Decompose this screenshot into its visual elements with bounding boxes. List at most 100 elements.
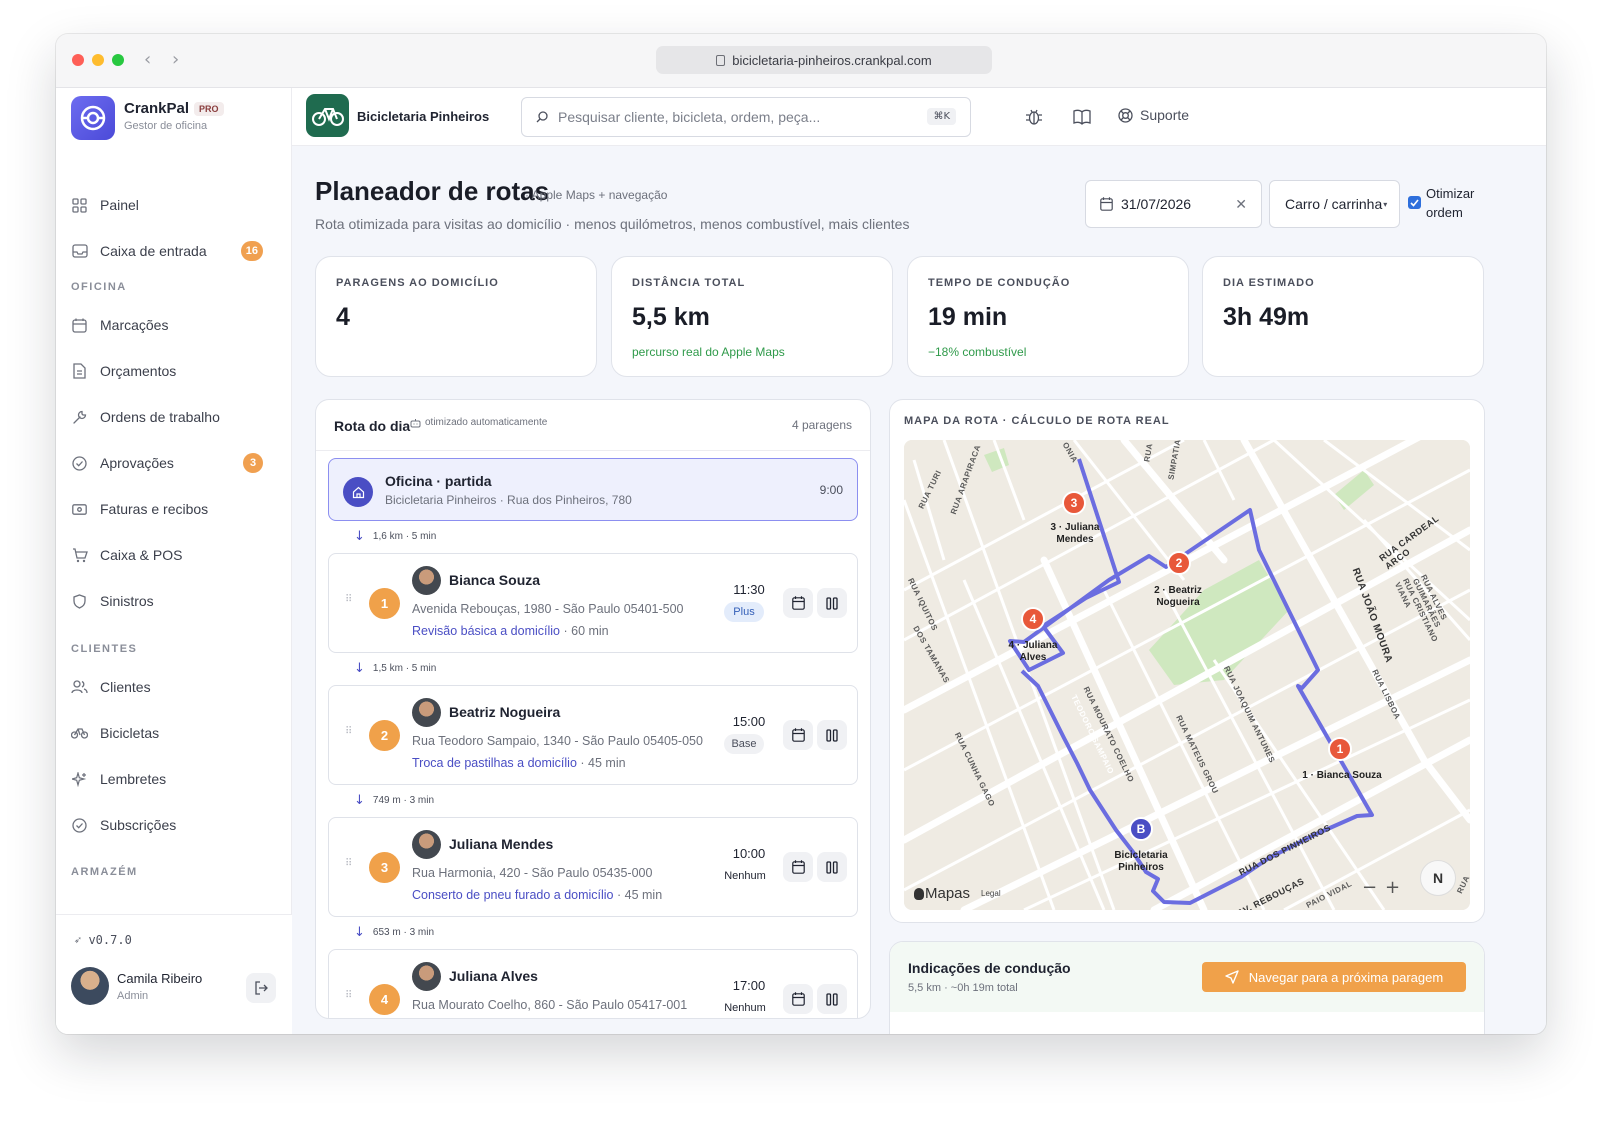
sidebar-item-clientes[interactable]: Clientes <box>71 669 277 705</box>
browser-window: ‹ › bicicletaria-pinheiros.crankpal.com … <box>56 34 1546 1034</box>
service-link[interactable]: Revisão básica a domicílio <box>412 624 560 638</box>
book-icon[interactable] <box>1072 107 1092 127</box>
maximize-window-button[interactable] <box>112 54 124 66</box>
customer-avatar <box>412 962 441 991</box>
service-line: Revisão básica a domicílio · 60 min <box>412 624 609 638</box>
sidebar-item-marcacoes[interactable]: Marcações <box>71 307 277 343</box>
cart-icon <box>71 547 88 564</box>
route-stop-4[interactable]: ⠿ 4 Juliana Alves Rua Mourato Coelho, 86… <box>328 949 858 1018</box>
map-pin-2[interactable]: 2 <box>1167 551 1191 575</box>
sidebar-item-subscricoes[interactable]: Subscrições <box>71 807 277 843</box>
route-stop-1[interactable]: ⠿ 1 Bianca Souza Avenida Rebouças, 1980 … <box>328 553 858 653</box>
zoom-out-button[interactable]: − <box>1362 877 1377 898</box>
service-link[interactable]: Conserto de pneu furado a domicílio <box>412 888 614 902</box>
sidebar-item-caixa-de-entrada[interactable]: Caixa de entrada 16 <box>71 233 277 269</box>
columns-icon <box>826 992 838 1006</box>
check-icon <box>1410 198 1419 207</box>
street-label: RUA CARDEAL ARCO <box>1377 513 1441 572</box>
compass-button[interactable]: N <box>1420 860 1456 896</box>
sidebar-item-label: Orçamentos <box>100 363 177 379</box>
sidebar-item-ordens-de-trabalho[interactable]: Ordens de trabalho <box>71 399 277 435</box>
map-title: MAPA DA ROTA · CÁLCULO DE ROTA REAL <box>904 415 1170 427</box>
stop-time: 17:00 <box>732 978 766 993</box>
calendar-icon <box>791 596 805 610</box>
stat-value: 19 min <box>928 303 1008 331</box>
minimize-window-button[interactable] <box>92 54 104 66</box>
search-input[interactable]: Pesquisar cliente, bicicleta, ordem, peç… <box>521 97 971 137</box>
search-icon <box>536 111 548 123</box>
columns-button[interactable] <box>817 984 847 1014</box>
drag-handle-icon[interactable]: ⠿ <box>345 990 352 1001</box>
zoom-in-button[interactable]: + <box>1385 877 1400 898</box>
route-list-card: Rota do dia otimizado automaticamente 4 … <box>315 399 871 1019</box>
sidebar-item-faturas-e-recibos[interactable]: Faturas e recibos <box>71 491 277 527</box>
user-role: Admin <box>117 990 149 1002</box>
optimize-order-checkbox[interactable] <box>1408 196 1421 209</box>
date-picker[interactable]: 31/07/2026 ✕ <box>1085 180 1262 228</box>
map-pin-2-label: 2 · Beatriz Nogueira <box>1154 585 1202 608</box>
service-link[interactable]: Troca de pastilhas a domicílio <box>412 756 577 770</box>
transport-mode-select[interactable]: Carro / carrinha ▾ <box>1269 180 1400 228</box>
stat-label: PARAGENS AO DOMICÍLIO <box>336 277 499 289</box>
address-bar[interactable]: bicicletaria-pinheiros.crankpal.com <box>656 46 992 74</box>
columns-icon <box>826 728 838 742</box>
route-origin-card[interactable]: Oficina · partida Bicicletaria Pinheiros… <box>328 458 858 521</box>
columns-button[interactable] <box>817 852 847 882</box>
map-pin-4[interactable]: 4 <box>1021 607 1045 631</box>
route-stop-3[interactable]: ⠿ 3 Juliana Mendes Rua Harmonia, 420 - S… <box>328 817 858 917</box>
shield-icon <box>71 593 88 610</box>
schedule-button[interactable] <box>783 588 813 618</box>
sidebar-item-caixa-pos[interactable]: Caixa & POS <box>71 537 277 573</box>
bug-icon[interactable] <box>1024 107 1044 127</box>
sidebar-item-aprovacoes[interactable]: Aprovações 3 <box>71 445 277 481</box>
street-label: RUA MATEUS GROU <box>1174 713 1221 796</box>
user-avatar[interactable] <box>71 967 109 1005</box>
bike-icon <box>311 107 344 126</box>
street-label: ONIA <box>1060 440 1080 465</box>
plan-badge: Base <box>724 734 764 754</box>
sidebar-item-painel[interactable]: Painel <box>71 187 277 223</box>
forward-arrow-icon[interactable]: › <box>172 49 179 70</box>
calendar-icon <box>791 992 805 1006</box>
drag-handle-icon[interactable]: ⠿ <box>345 726 352 737</box>
support-button[interactable]: Suporte <box>1118 107 1189 123</box>
route-map[interactable]: RUA JOÃO MOURA RUA CARDEAL ARCO RUA CRIS… <box>904 440 1470 910</box>
logout-button[interactable] <box>246 973 276 1003</box>
map-pin-1[interactable]: 1 <box>1328 737 1352 761</box>
sidebar-item-label: Sinistros <box>100 593 154 609</box>
drag-handle-icon[interactable]: ⠿ <box>345 858 352 869</box>
origin-time: 9:00 <box>819 483 843 497</box>
navigate-next-stop-button[interactable]: Navegar para a próxima paragem <box>1202 962 1466 992</box>
back-arrow-icon[interactable]: ‹ <box>144 49 151 70</box>
schedule-button[interactable] <box>783 984 813 1014</box>
legal-link[interactable]: Legal <box>981 889 1001 898</box>
shop-logo[interactable] <box>306 94 349 137</box>
map-pin-3[interactable]: 3 <box>1062 491 1086 515</box>
sidebar-item-sinistros[interactable]: Sinistros <box>71 583 277 619</box>
customer-address: Rua Mourato Coelho, 860 - São Paulo 0541… <box>412 998 688 1012</box>
stop-number: 1 <box>369 588 400 619</box>
home-icon <box>343 477 373 507</box>
schedule-button[interactable] <box>783 720 813 750</box>
sidebar-item-label: Aprovações <box>100 455 174 471</box>
sidebar-item-label: Faturas e recibos <box>100 501 209 517</box>
schedule-button[interactable] <box>783 852 813 882</box>
crankpal-logo[interactable] <box>71 96 115 140</box>
columns-button[interactable] <box>817 720 847 750</box>
plan-badge: Nenhum <box>724 870 766 882</box>
route-stop-2[interactable]: ⠿ 2 Beatriz Nogueira Rua Teodoro Sampaio… <box>328 685 858 785</box>
map-base-pin[interactable]: B <box>1129 817 1153 841</box>
drag-handle-icon[interactable]: ⠿ <box>345 594 352 605</box>
navigation-arrow-icon <box>1225 970 1239 984</box>
leg-distance: 1,6 km · 5 min <box>372 531 437 542</box>
check-circle-icon <box>71 455 88 472</box>
clear-date-button[interactable]: ✕ <box>1235 196 1247 213</box>
plan-badge: Nenhum <box>724 1002 766 1014</box>
search-placeholder: Pesquisar cliente, bicicleta, ordem, peç… <box>558 109 821 125</box>
sidebar-item-bicicletas[interactable]: Bicicletas <box>71 715 277 751</box>
columns-button[interactable] <box>817 588 847 618</box>
sidebar-item-orcamentos[interactable]: Orçamentos <box>71 353 277 389</box>
close-window-button[interactable] <box>72 54 84 66</box>
sidebar-item-lembretes[interactable]: Lembretes <box>71 761 277 797</box>
section-clientes: CLIENTES <box>71 643 138 655</box>
